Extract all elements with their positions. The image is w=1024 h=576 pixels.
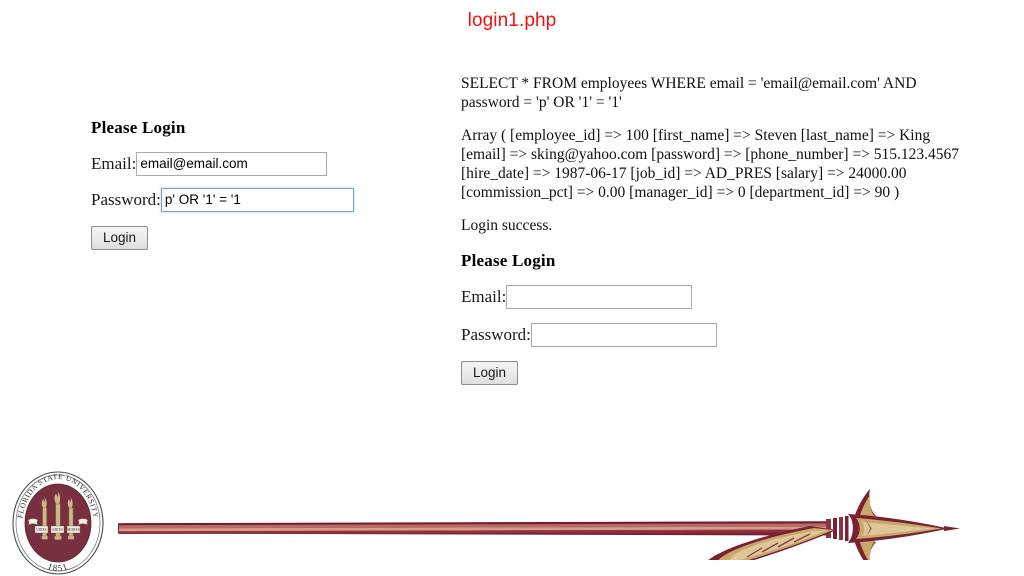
left-password-label: Password: [91, 190, 161, 209]
right-login-button[interactable]: Login [461, 361, 519, 385]
fsu-spear-icon [118, 489, 960, 560]
right-submit-row: Login [461, 361, 969, 385]
right-email-label: Email: [461, 287, 507, 306]
spear-head [848, 489, 960, 560]
right-password-label: Password: [461, 325, 531, 344]
left-email-label: Email: [91, 154, 137, 173]
seal-banner-3: MORES [67, 528, 79, 532]
left-password-row: Password: [91, 188, 391, 212]
footer-branding: FLORIDA STATE UNIVERSITY 1851 VIRES ARTE… [0, 460, 1024, 576]
left-email-row: Email: [91, 152, 391, 176]
seal-banner-1: VIRES [36, 528, 46, 532]
left-email-input[interactable] [136, 152, 328, 176]
right-email-input[interactable] [506, 285, 693, 309]
spear-shaft [118, 521, 828, 536]
right-form-heading: Please Login [461, 251, 556, 270]
page-title: login1.php [467, 10, 557, 31]
php-output-column: SELECT * FROM employees WHERE email = 'e… [461, 74, 969, 385]
sql-query-text: SELECT * FROM employees WHERE email = 'e… [461, 75, 917, 111]
left-password-input[interactable] [160, 188, 354, 212]
left-submit-row: Login [91, 226, 391, 250]
spear-binding [826, 516, 849, 541]
left-login-button[interactable]: Login [91, 226, 149, 250]
login-form-left: Please Login Email: Password: Login [91, 118, 391, 250]
right-email-row: Email: [461, 285, 969, 309]
array-dump-text: Array ( [employee_id] => 100 [first_name… [461, 127, 960, 201]
login-status-message: Login success. [461, 217, 553, 234]
right-password-input[interactable] [530, 323, 717, 347]
seal-motto-banners-icon: VIRES ARTES MORES [34, 525, 81, 534]
right-password-row: Password: [461, 323, 969, 347]
login-form-right: Please Login Email: Password: Login [461, 251, 969, 385]
left-form-heading: Please Login [91, 118, 186, 137]
seal-banner-2: ARTES [52, 528, 63, 532]
fsu-seal-icon: FLORIDA STATE UNIVERSITY 1851 VIRES ARTE… [12, 471, 104, 575]
